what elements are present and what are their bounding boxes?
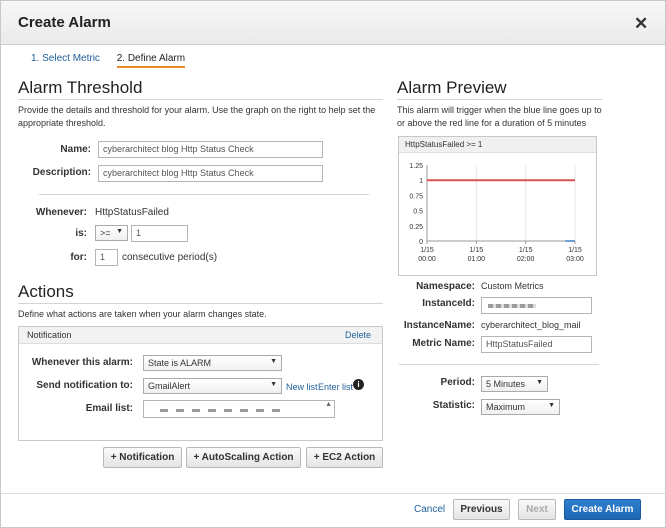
chart-y-tick: 0.5 (413, 209, 423, 216)
alarm-state-value: State is ALARM (148, 358, 212, 368)
chevron-down-icon: ▼ (270, 381, 277, 388)
wizard-steps: 1. Select Metric 2. Define Alarm (31, 53, 199, 68)
chart-x-tick-time: 03:00 (566, 256, 584, 263)
chevron-down-icon: ▼ (548, 402, 555, 409)
description-label: Description: (32, 167, 91, 178)
chevron-down-icon: ▼ (270, 358, 277, 365)
email-list-input[interactable]: ▲ (143, 400, 335, 418)
chevron-down-icon: ▼ (116, 228, 123, 235)
divider (397, 99, 602, 100)
name-label: Name: (60, 144, 91, 155)
chart-x-tick-date: 1/15 (568, 247, 582, 254)
notification-header: Notification Delete (19, 327, 382, 344)
dialog-title: Create Alarm (18, 14, 111, 31)
whenever-alarm-label: Whenever this alarm: (31, 357, 133, 368)
threshold-input[interactable]: 1 (131, 225, 188, 242)
namespace-label: Namespace: (416, 281, 475, 292)
period-value: 5 Minutes (486, 379, 526, 389)
alarm-preview-heading: Alarm Preview (397, 78, 507, 97)
chart-x-tick-time: 01:00 (468, 256, 486, 263)
create-alarm-button[interactable]: Create Alarm (564, 499, 641, 520)
divider (399, 364, 599, 365)
step-define-alarm: 2. Define Alarm (116, 53, 186, 68)
period-select[interactable]: 5 Minutes ▼ (481, 376, 548, 392)
chart-x-tick-date: 1/15 (519, 247, 533, 254)
enter-list-link[interactable]: Enter list (318, 382, 353, 392)
chart-x-tick-time: 00:00 (418, 256, 436, 263)
close-icon[interactable]: ✕ (634, 14, 648, 34)
whenever-label: Whenever: (35, 207, 87, 218)
threshold-description: Provide the details and threshold for yo… (18, 105, 376, 128)
send-notification-label: Send notification to: (36, 380, 133, 391)
notification-topic-value: GmailAlert (148, 381, 191, 391)
chart-y-tick: 0.75 (409, 193, 423, 200)
divider (39, 194, 369, 195)
metricname-field: HttpStatusFailed (481, 336, 592, 353)
chart-y-tick: 1 (419, 178, 423, 185)
info-icon[interactable]: i (353, 379, 364, 390)
notification-title: Notification (27, 330, 72, 340)
redacted-instanceid (488, 304, 536, 308)
description-input[interactable]: cyberarchitect blog Http Status Check (98, 165, 323, 182)
add-autoscaling-action-button[interactable]: + AutoScaling Action (186, 447, 301, 468)
metricname-label: Metric Name: (412, 338, 475, 349)
actions-description: Define what actions are taken when your … (18, 309, 267, 319)
period-label: Period: (440, 377, 475, 388)
chart-x-tick-date: 1/15 (420, 247, 434, 254)
is-label: is: (75, 228, 87, 239)
next-button: Next (518, 499, 556, 520)
alarm-preview-chart: HttpStatusFailed >= 1 1.25 1 0.75 0.5 0.25 0 1… (398, 136, 597, 276)
chart-y-tick: 1.25 (409, 163, 423, 170)
actions-heading: Actions (18, 282, 74, 301)
chart-plot: 1.2510.750.50.2501/1500:001/1501:001/150… (409, 163, 584, 263)
chart-y-tick: 0 (419, 239, 423, 246)
periods-input[interactable]: 1 (95, 249, 118, 266)
instanceid-field (481, 297, 592, 314)
chart-y-tick: 0.25 (409, 224, 423, 231)
instancename-label: InstanceName: (403, 320, 475, 331)
previous-button[interactable]: Previous (453, 499, 510, 520)
alarm-threshold-heading: Alarm Threshold (18, 78, 143, 97)
operator-select[interactable]: >= ▼ (95, 225, 128, 241)
alarm-state-select[interactable]: State is ALARM ▼ (143, 355, 282, 371)
add-notification-button[interactable]: + Notification (103, 447, 182, 468)
redacted-emails (160, 409, 280, 412)
add-ec2-action-button[interactable]: + EC2 Action (306, 447, 383, 468)
dialog-header: Create Alarm ✕ (1, 1, 665, 45)
divider (18, 303, 383, 304)
new-list-link[interactable]: New list (286, 382, 318, 392)
instanceid-label: InstanceId: (422, 298, 475, 309)
scroll-up-icon: ▲ (325, 401, 332, 408)
operator-select-value: >= (100, 228, 111, 238)
metric-name-value: HttpStatusFailed (95, 207, 169, 218)
statistic-label: Statistic: (432, 400, 475, 411)
cancel-link[interactable]: Cancel (414, 504, 445, 515)
footer-divider (1, 493, 665, 494)
divider (18, 99, 383, 100)
chevron-down-icon: ▼ (536, 379, 543, 386)
step-select-metric[interactable]: 1. Select Metric (31, 53, 100, 64)
statistic-select[interactable]: Maximum ▼ (481, 399, 560, 415)
create-alarm-dialog: Create Alarm ✕ 1. Select Metric 2. Defin… (0, 0, 666, 528)
chart-x-tick-date: 1/15 (470, 247, 484, 254)
preview-description: This alarm will trigger when the blue li… (397, 105, 602, 128)
name-input[interactable]: cyberarchitect blog Http Status Check (98, 141, 323, 158)
for-label: for: (70, 252, 87, 263)
notification-topic-select[interactable]: GmailAlert ▼ (143, 378, 282, 394)
delete-link[interactable]: Delete (345, 330, 371, 340)
chart-title: HttpStatusFailed >= 1 (399, 137, 596, 153)
namespace-value: Custom Metrics (481, 281, 544, 291)
chart-x-tick-time: 02:00 (517, 256, 535, 263)
notification-panel: Notification Delete Whenever this alarm:… (18, 326, 383, 441)
periods-suffix: consecutive period(s) (122, 252, 218, 263)
statistic-value: Maximum (486, 402, 526, 412)
instancename-value: cyberarchitect_blog_mail (481, 320, 581, 330)
email-list-label: Email list: (85, 403, 133, 414)
